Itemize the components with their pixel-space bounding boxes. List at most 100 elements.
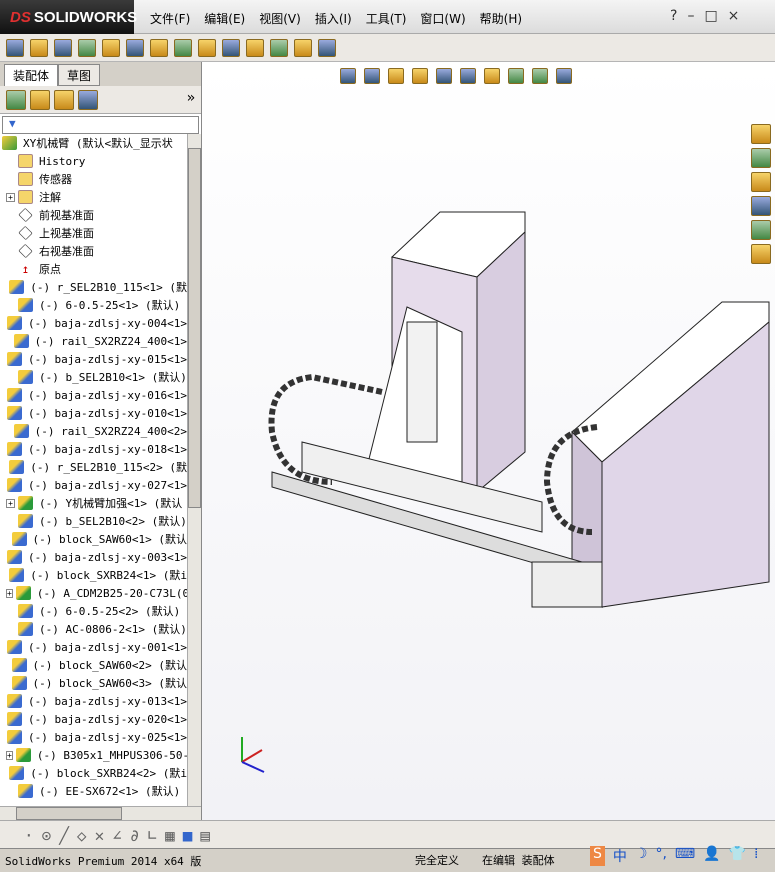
tree-item[interactable]: (-) baja-zdlsj-xy-004<1> — [0, 314, 187, 332]
tree-item[interactable]: (-) baja-zdlsj-xy-015<1> — [0, 350, 187, 368]
tree-item[interactable]: (-) baja-zdlsj-xy-001<1> — [0, 638, 187, 656]
tree-item[interactable]: (-) block_SAW60<3> (默认 — [0, 674, 187, 692]
configuration-manager-icon[interactable] — [54, 90, 74, 110]
tree-item[interactable]: (-) AC-0806-2<1> (默认) — [0, 620, 187, 638]
tree-item[interactable]: (-) block_SAW60<2> (默认 — [0, 656, 187, 674]
polygon-icon[interactable]: ◇ — [77, 826, 87, 845]
moon-icon[interactable]: ☽ — [635, 846, 648, 866]
tree-item[interactable]: (-) rail_SX2RZ24_400<2> — [0, 422, 187, 440]
menu-icon[interactable]: ⁞ — [754, 846, 758, 866]
graphics-area[interactable] — [202, 62, 775, 820]
tree-item[interactable]: (-) block_SXRB24<2> (默i — [0, 764, 187, 782]
line-icon[interactable]: ╱ — [59, 826, 69, 845]
mate-icon[interactable] — [102, 39, 120, 57]
tree-item[interactable]: XY机械臂 (默认<默认_显示状 — [0, 134, 187, 152]
scroll-thumb[interactable] — [188, 148, 201, 508]
tree-item[interactable]: (-) rail_SX2RZ24_400<1> — [0, 332, 187, 350]
help-button[interactable]: ? — [670, 8, 677, 24]
menu-help[interactable]: 帮助(H) — [480, 10, 522, 27]
tree-vertical-scrollbar[interactable] — [187, 134, 201, 806]
keyboard-icon[interactable]: ⌨ — [675, 846, 695, 866]
component-icon[interactable] — [78, 39, 96, 57]
options-icon[interactable] — [318, 39, 336, 57]
scroll-thumb[interactable] — [16, 807, 122, 820]
skin-icon[interactable]: 👕 — [729, 846, 746, 866]
expand-icon[interactable]: + — [6, 192, 15, 202]
pattern-icon[interactable] — [126, 39, 144, 57]
tree-item[interactable]: 右视基准面 — [0, 242, 187, 260]
tree-item[interactable]: 前视基准面 — [0, 206, 187, 224]
corner-icon[interactable]: ∟ — [147, 826, 157, 845]
maximize-button[interactable]: □ — [704, 8, 717, 24]
reference-geometry-icon[interactable] — [222, 39, 240, 57]
expand-chevron-icon[interactable]: » — [187, 90, 195, 106]
tree-item[interactable]: (-) baja-zdlsj-xy-025<1> — [0, 728, 187, 746]
property-manager-icon[interactable] — [30, 90, 50, 110]
tree-item[interactable]: (-) EE-SX672<1> (默认) — [0, 782, 187, 800]
tree-item[interactable]: (-) r_SEL2B10_115<2> (默 — [0, 458, 187, 476]
angle-icon[interactable]: ∠ — [112, 826, 122, 845]
show-hidden-icon[interactable] — [174, 39, 192, 57]
save-icon[interactable] — [54, 39, 72, 57]
tree-item[interactable]: (-) 6-0.5-25<1> (默认) — [0, 296, 187, 314]
display-manager-icon[interactable] — [78, 90, 98, 110]
tab-sketch[interactable]: 草图 — [58, 64, 101, 86]
trim-icon[interactable]: ✕ — [95, 826, 105, 845]
chinese-mode-icon[interactable]: 中 — [613, 846, 627, 866]
tree-item[interactable]: (-) baja-zdlsj-xy-020<1> — [0, 710, 187, 728]
sogou-logo-icon[interactable]: S — [590, 846, 605, 866]
rebuild-icon[interactable] — [294, 39, 312, 57]
tree-item[interactable]: (-) 6-0.5-25<2> (默认) — [0, 602, 187, 620]
tree-item[interactable]: History — [0, 152, 187, 170]
circle-icon[interactable]: ⊙ — [42, 826, 52, 845]
solidworks-logo[interactable]: DS SOLIDWORKS — [0, 0, 137, 34]
close-button[interactable]: × — [728, 8, 740, 24]
tree-item[interactable]: + (-) B305x1_MHPUS306-50-2 — [0, 746, 187, 764]
point-icon[interactable]: · — [24, 826, 34, 845]
tree-item[interactable]: (-) block_SAW60<1> (默认 — [0, 530, 187, 548]
tree-item[interactable]: + (-) Y机械臂加强<1> (默认 — [0, 494, 187, 512]
open-icon[interactable] — [30, 39, 48, 57]
tree-item[interactable]: 传感器 — [0, 170, 187, 188]
tree-item[interactable]: (-) baja-zdlsj-xy-016<1> — [0, 386, 187, 404]
tree-item[interactable]: 上视基准面 — [0, 224, 187, 242]
menu-file[interactable]: 文件(F) — [150, 10, 190, 27]
tree-item[interactable]: (-) b_SEL2B10<1> (默认) — [0, 368, 187, 386]
new-icon[interactable] — [6, 39, 24, 57]
tab-assembly[interactable]: 装配体 — [4, 64, 59, 86]
minimize-button[interactable]: – — [687, 8, 694, 24]
tree-item[interactable]: (-) baja-zdlsj-xy-018<1> — [0, 440, 187, 458]
tree-item[interactable]: (-) b_SEL2B10<2> (默认) — [0, 512, 187, 530]
tree-horizontal-scrollbar[interactable] — [0, 806, 201, 820]
tree-item[interactable]: ↥ 原点 — [0, 260, 187, 278]
expand-icon[interactable]: + — [6, 750, 13, 760]
move-component-icon[interactable] — [150, 39, 168, 57]
feature-manager-icon[interactable] — [6, 90, 26, 110]
grid-icon[interactable]: ▦ — [165, 826, 175, 845]
tree-item[interactable]: (-) baja-zdlsj-xy-003<1> — [0, 548, 187, 566]
interference-icon[interactable] — [270, 39, 288, 57]
explode-icon[interactable] — [246, 39, 264, 57]
user-icon[interactable]: 👤 — [703, 846, 720, 866]
tree-item[interactable]: (-) r_SEL2B10_115<1> (默 — [0, 278, 187, 296]
tree-item-label: (-) A_CDM2B25-20-C73L(0) — [36, 586, 187, 600]
tree-filter[interactable]: ▼ — [2, 116, 199, 134]
tree-item[interactable]: (-) baja-zdlsj-xy-027<1> — [0, 476, 187, 494]
tree-item[interactable]: + 注解 — [0, 188, 187, 206]
fillet-icon[interactable]: ∂ — [130, 826, 140, 845]
menu-view[interactable]: 视图(V) — [259, 10, 301, 27]
tree-item[interactable]: + (-) A_CDM2B25-20-C73L(0) — [0, 584, 187, 602]
tree-item[interactable]: (-) baja-zdlsj-xy-013<1> — [0, 692, 187, 710]
menu-tools[interactable]: 工具(T) — [366, 10, 407, 27]
expand-icon[interactable]: + — [6, 498, 15, 508]
feature-icon[interactable] — [198, 39, 216, 57]
menu-edit[interactable]: 编辑(E) — [204, 10, 245, 27]
tree-item[interactable]: (-) block_SXRB24<1> (默i — [0, 566, 187, 584]
section-icon[interactable]: ▤ — [200, 826, 210, 845]
menu-insert[interactable]: 插入(I) — [315, 10, 352, 27]
expand-icon[interactable]: + — [6, 588, 13, 598]
tree-item[interactable]: (-) baja-zdlsj-xy-010<1> — [0, 404, 187, 422]
view-cube-icon[interactable]: ■ — [183, 826, 193, 845]
punctuation-icon[interactable]: °, — [655, 846, 666, 866]
menu-window[interactable]: 窗口(W) — [420, 10, 465, 27]
